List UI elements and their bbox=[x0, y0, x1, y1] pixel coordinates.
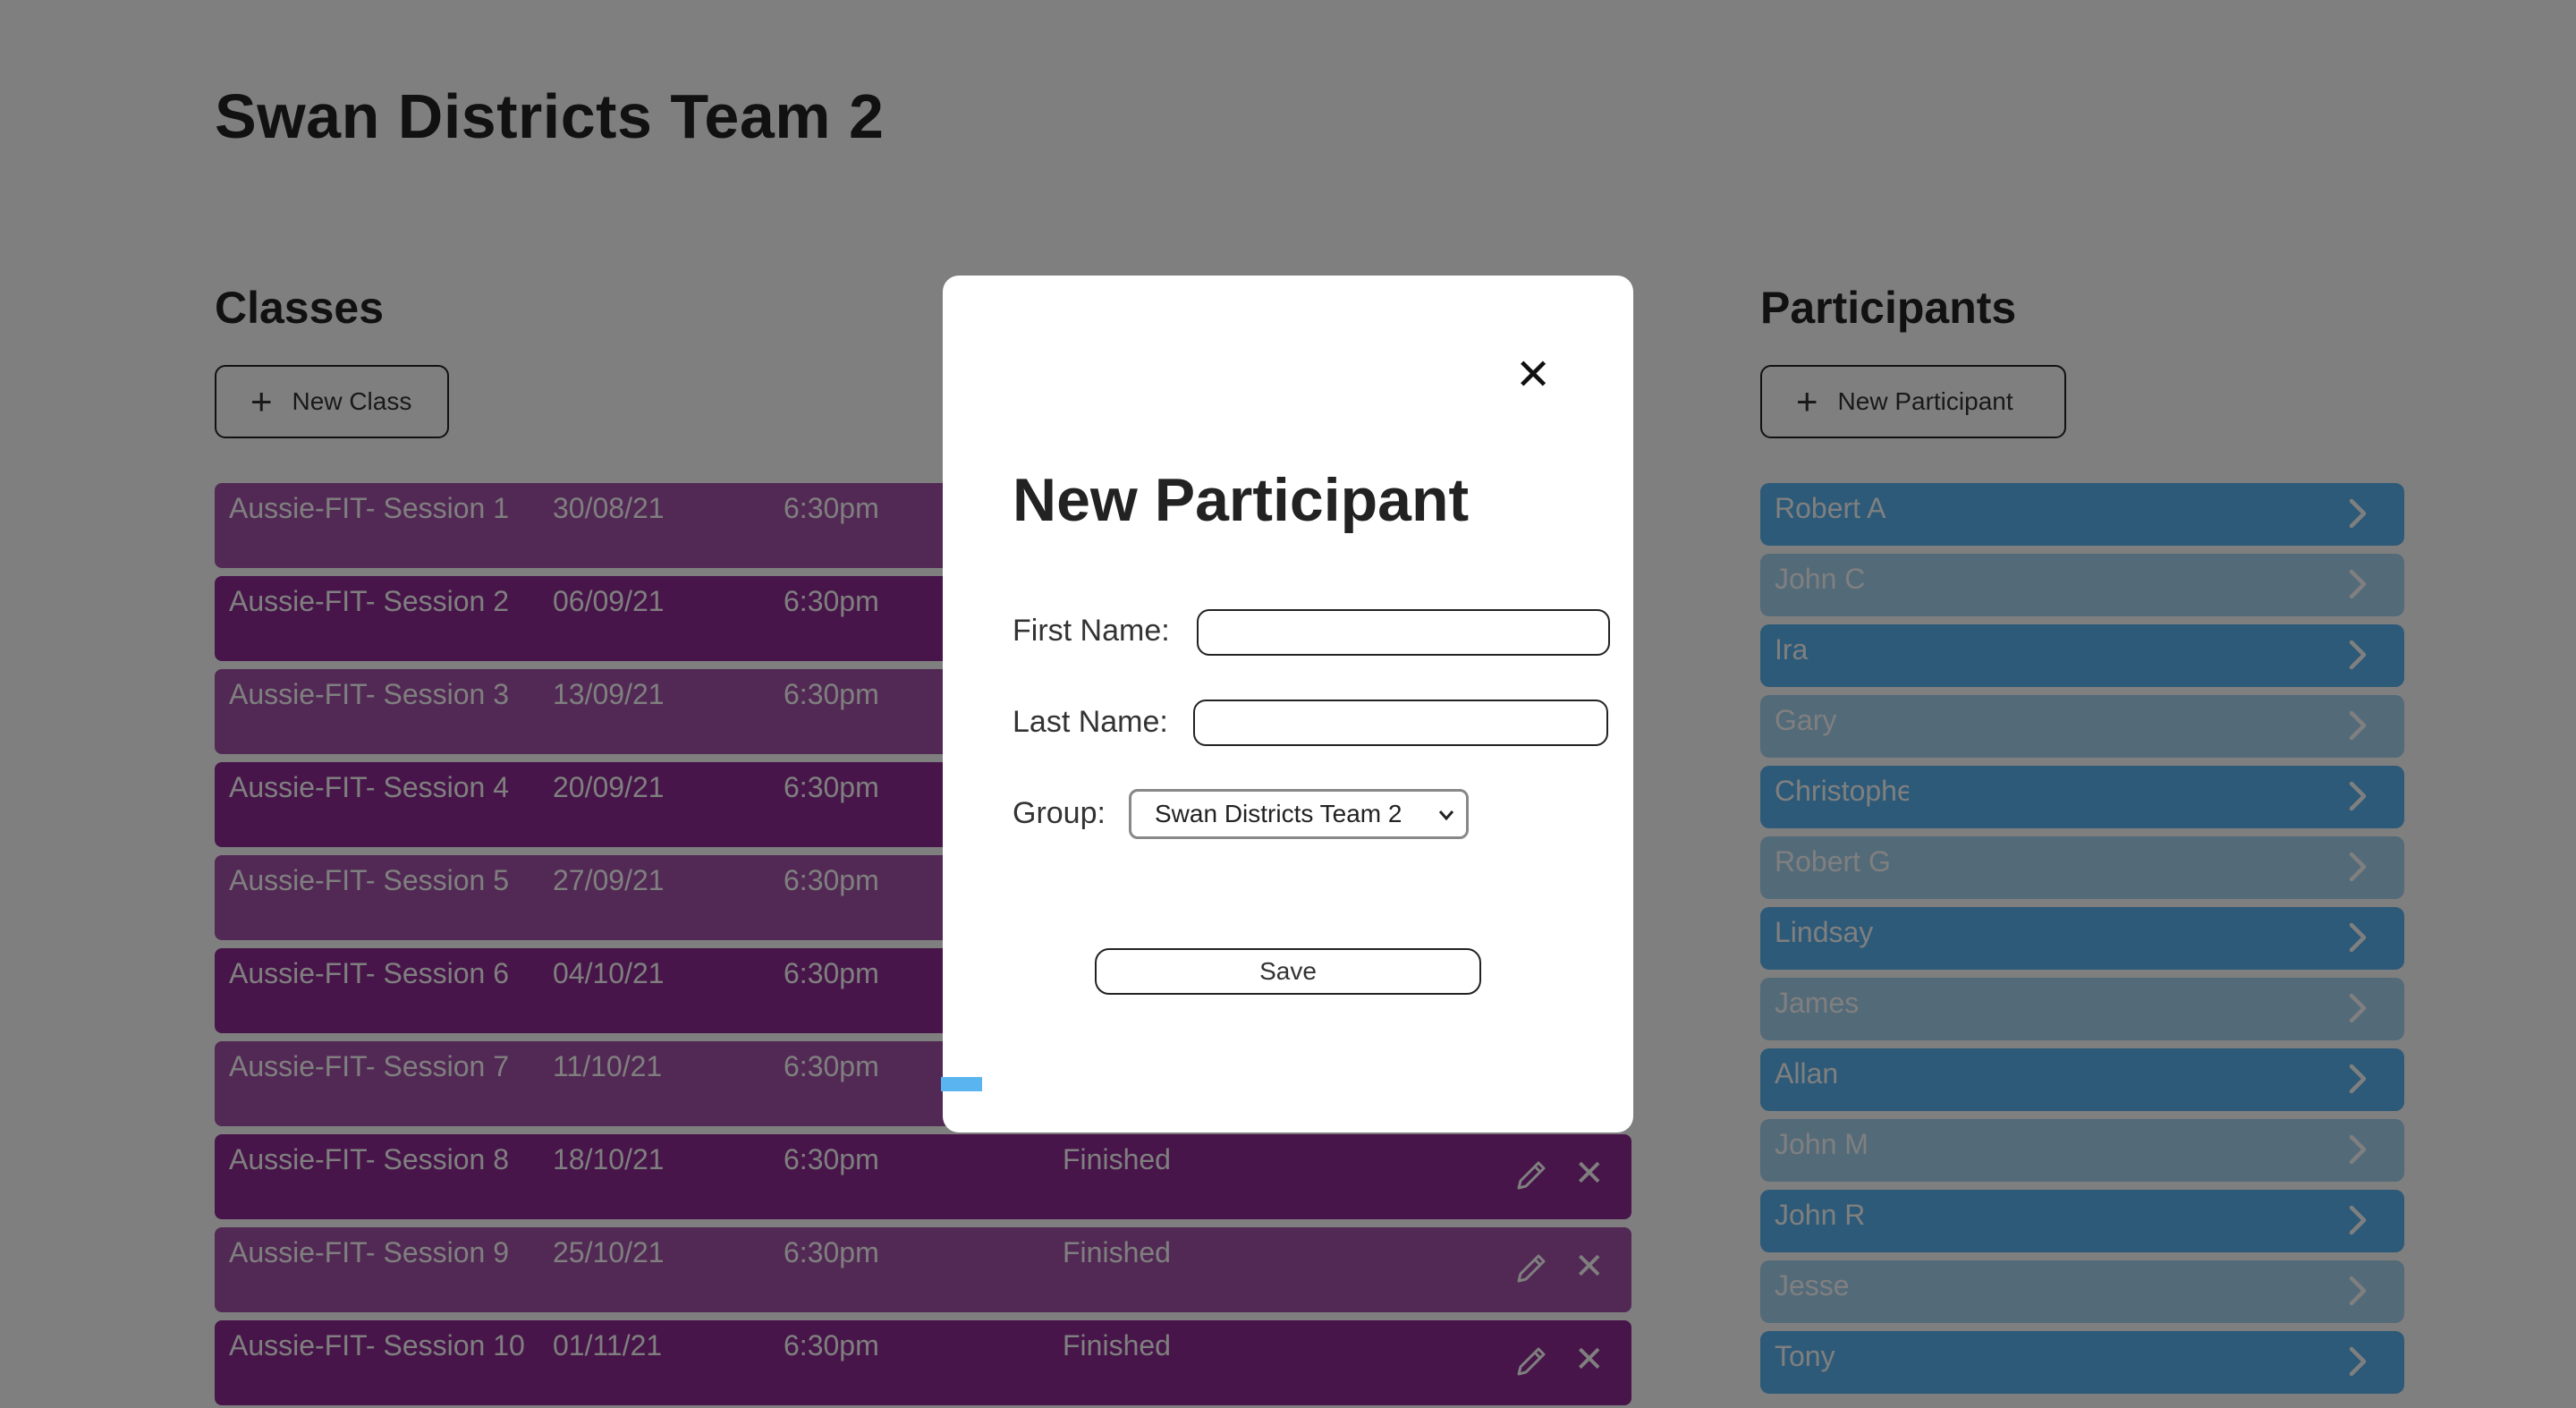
save-label: Save bbox=[1259, 957, 1317, 985]
last-name-input[interactable] bbox=[1193, 700, 1608, 746]
first-name-label: First Name: bbox=[1013, 614, 1170, 648]
group-select[interactable]: Swan Districts Team 2 bbox=[1129, 789, 1469, 839]
modal-title: New Participant bbox=[1013, 466, 1470, 534]
focus-indicator bbox=[941, 1077, 982, 1091]
group-selected-value: Swan Districts Team 2 bbox=[1155, 800, 1402, 827]
first-name-input[interactable] bbox=[1197, 609, 1610, 656]
chevron-down-icon bbox=[1438, 810, 1454, 821]
close-icon[interactable]: ✕ bbox=[1515, 354, 1551, 397]
save-button[interactable]: Save bbox=[1095, 948, 1481, 995]
group-label: Group: bbox=[1013, 796, 1106, 830]
last-name-label: Last Name: bbox=[1013, 705, 1168, 739]
new-participant-modal: ✕ New Participant First Name: Last Name:… bbox=[941, 276, 1633, 1132]
